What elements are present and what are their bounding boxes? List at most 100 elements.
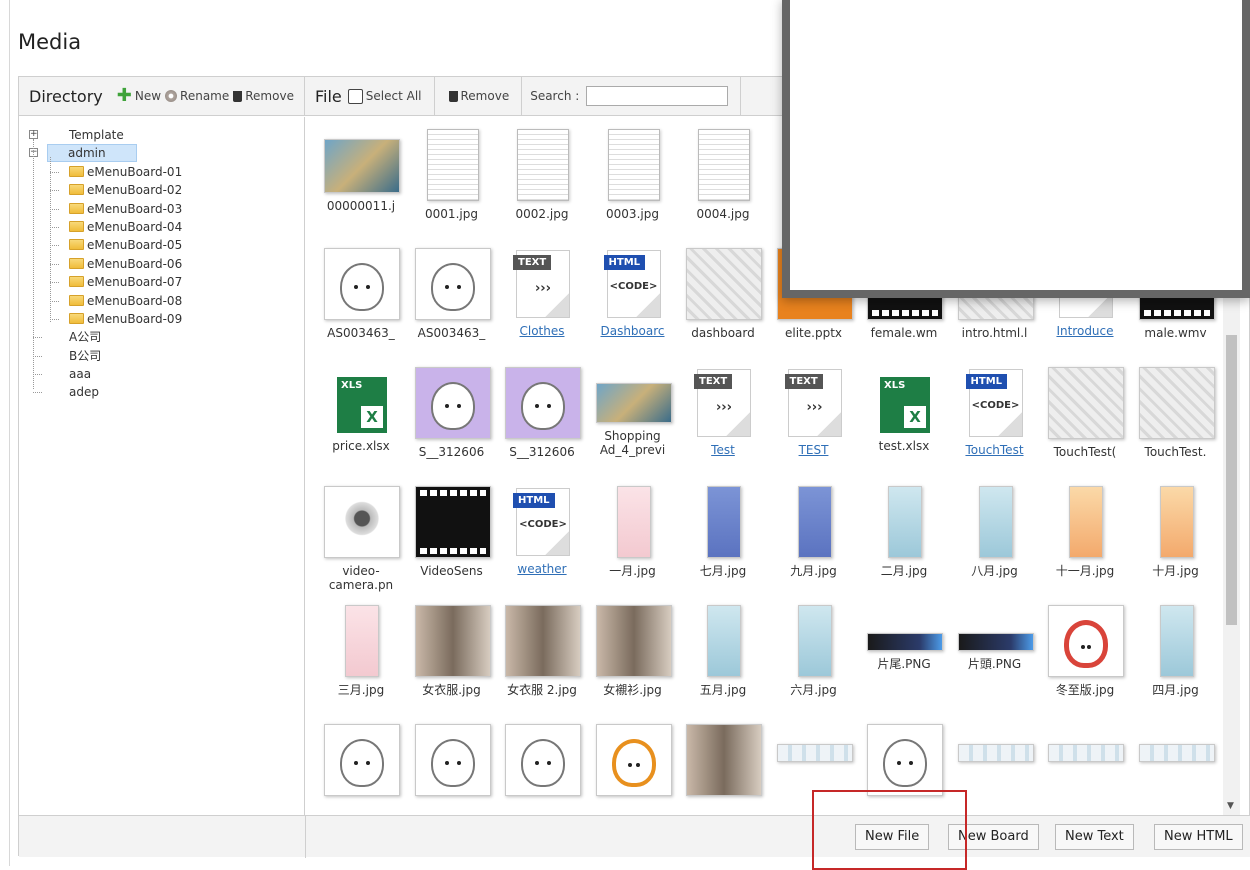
toolbar-divider (740, 76, 742, 116)
rabbit-icon (521, 739, 565, 787)
folder-icon (69, 220, 84, 232)
file-tile[interactable]: XLS Xprice.xlsx (317, 367, 407, 485)
rabbit-illustration-thumbnail (324, 724, 400, 796)
file-caption[interactable]: weather (498, 562, 586, 576)
file-tile[interactable]: S__312606 (408, 367, 498, 485)
tree-node[interactable]: eMenuBoard-05 (19, 236, 304, 254)
new-text-button[interactable]: New Text (1055, 824, 1134, 850)
file-tile[interactable]: 00000011.j (317, 129, 407, 247)
tree-node[interactable]: eMenuBoard-01 (19, 163, 304, 181)
document-thumbnail (698, 129, 750, 201)
file-tile[interactable] (679, 724, 769, 815)
file-tile[interactable]: dashboard (679, 248, 769, 366)
tree-node[interactable]: eMenuBoard-07 (19, 273, 304, 291)
file-tile[interactable]: 女衣服.jpg (408, 605, 498, 723)
file-tile[interactable]: 0002.jpg (498, 129, 588, 247)
file-tile[interactable]: 四月.jpg (1132, 605, 1222, 723)
code-glyph: <CODE> (519, 519, 567, 530)
tree-node[interactable]: eMenuBoard-06 (19, 255, 304, 273)
file-caption: 一月.jpg (609, 564, 656, 578)
file-tile[interactable]: HTML <CODE> weather (498, 486, 588, 604)
scrollbar-thumb[interactable] (1226, 335, 1237, 625)
file-tile[interactable]: 0001.jpg (408, 129, 498, 247)
remove-file-button[interactable]: Remove (448, 89, 509, 103)
select-all-checkbox[interactable] (347, 88, 363, 104)
expand-icon[interactable]: + (29, 130, 38, 139)
tree-node-label: eMenuBoard-04 (69, 218, 182, 236)
file-tile[interactable]: TouchTest( (1041, 367, 1131, 485)
file-tile[interactable]: 九月.jpg (770, 486, 860, 604)
file-tile[interactable]: TEXT ››› Test (679, 367, 769, 485)
file-tile[interactable]: AS003463_ (317, 248, 407, 366)
tree-node[interactable]: eMenuBoard-04 (19, 218, 304, 236)
file-tile[interactable]: S__312606 (498, 367, 588, 485)
file-tile[interactable]: video- camera.pn (317, 486, 407, 604)
tree-node[interactable]: eMenuBoard-09 (19, 310, 304, 328)
file-tile[interactable]: 0003.jpg (589, 129, 679, 247)
file-caption[interactable]: Test (679, 443, 767, 457)
tree-node[interactable]: aaa (19, 365, 304, 383)
file-caption[interactable]: TouchTest (951, 443, 1039, 457)
tree-node-text: adep (69, 385, 99, 400)
file-tile[interactable]: 十一月.jpg (1041, 486, 1131, 604)
file-tile[interactable]: TEXT ››› TEST (770, 367, 860, 485)
file-caption: 0004.jpg (696, 207, 750, 221)
select-all-toggle[interactable]: Select All (347, 88, 422, 104)
file-tile[interactable]: 一月.jpg (589, 486, 679, 604)
file-tile[interactable]: 二月.jpg (860, 486, 950, 604)
file-tile[interactable]: 七月.jpg (679, 486, 769, 604)
file-tile[interactable] (408, 724, 498, 815)
tree-node[interactable]: A公司 (19, 328, 304, 346)
tree-node[interactable]: + Template (19, 126, 304, 144)
file-tile[interactable] (317, 724, 407, 815)
html-badge: HTML (965, 374, 1008, 389)
tree-node[interactable]: eMenuBoard-02 (19, 181, 304, 199)
file-tile[interactable]: 三月.jpg (317, 605, 407, 723)
photo-thumbnail (414, 605, 491, 677)
file-tile[interactable]: 六月.jpg (770, 605, 860, 723)
file-caption[interactable]: TEST (770, 443, 858, 457)
file-tile[interactable]: XLS Xtest.xlsx (860, 367, 950, 485)
banner-thumbnail (776, 744, 853, 762)
file-tile[interactable] (498, 724, 588, 815)
rename-folder-button[interactable]: Rename (165, 89, 229, 103)
tree-node[interactable]: eMenuBoard-08 (19, 292, 304, 310)
file-caption: 十一月.jpg (1055, 564, 1115, 578)
tree-node-label: A公司 (69, 328, 101, 346)
search-label: Search : (530, 89, 580, 103)
file-tile[interactable]: HTML <CODE> Dashboarc (589, 248, 679, 366)
file-caption[interactable]: Introduce (1041, 324, 1129, 338)
remove-folder-button[interactable]: Remove (233, 89, 294, 103)
tree-node[interactable]: B公司 (19, 347, 304, 365)
tree-node[interactable]: − admin (19, 144, 304, 163)
file-tile[interactable]: HTML <CODE> TouchTest (951, 367, 1041, 485)
file-tile[interactable]: 八月.jpg (951, 486, 1041, 604)
file-tile[interactable] (1132, 724, 1222, 815)
new-html-button[interactable]: New HTML (1154, 824, 1243, 850)
file-tile[interactable]: 女衣服 2.jpg (498, 605, 588, 723)
search-input[interactable] (586, 86, 729, 106)
file-tile[interactable]: TouchTest. (1132, 367, 1222, 485)
file-tile[interactable]: TEXT ››› Clothes (498, 248, 588, 366)
text-file-icon: TEXT ››› (513, 250, 570, 318)
file-tile[interactable]: 五月.jpg (679, 605, 769, 723)
file-caption[interactable]: Dashboarc (589, 324, 677, 338)
file-tile[interactable]: 冬至版.jpg (1041, 605, 1131, 723)
tree-node[interactable]: adep (19, 383, 304, 401)
new-folder-button[interactable]: ✚ New (117, 87, 161, 105)
tree-node-text: aaa (69, 367, 92, 382)
file-tile[interactable]: 0004.jpg (679, 129, 769, 247)
file-tile[interactable]: 女襯衫.jpg (589, 605, 679, 723)
scroll-down-arrow-icon[interactable]: ▼ (1227, 801, 1234, 811)
file-tile[interactable]: AS003463_ (408, 248, 498, 366)
file-tile[interactable]: Shopping Ad_4_previ (589, 367, 679, 485)
file-tile[interactable]: 片頭.PNG (951, 605, 1041, 723)
calendar-thumbnail (797, 486, 832, 558)
file-caption[interactable]: Clothes (498, 324, 586, 338)
file-tile[interactable] (1041, 724, 1131, 815)
file-tile[interactable]: 片尾.PNG (860, 605, 950, 723)
file-tile[interactable] (589, 724, 679, 815)
file-tile[interactable]: 十月.jpg (1132, 486, 1222, 604)
file-tile[interactable]: VideoSens (408, 486, 498, 604)
tree-node[interactable]: eMenuBoard-03 (19, 200, 304, 218)
